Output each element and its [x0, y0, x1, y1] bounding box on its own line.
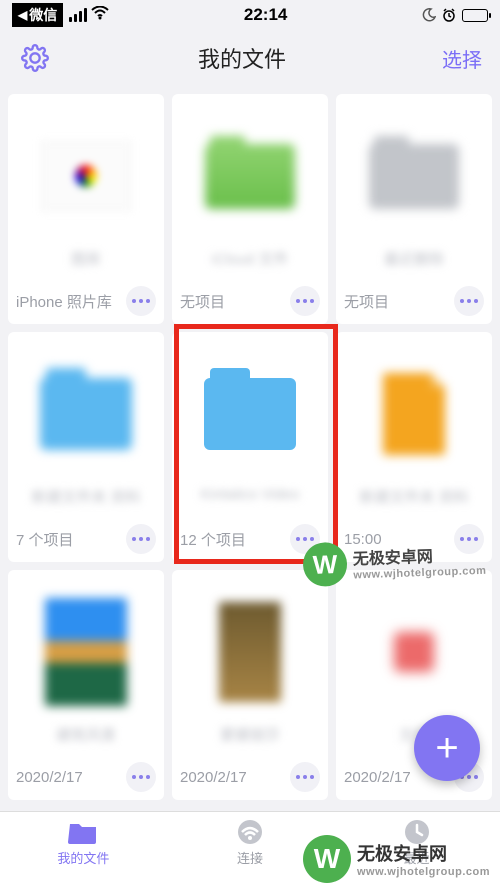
alarm-icon: [442, 8, 456, 22]
tile-thumb: [336, 332, 492, 482]
folder-icon: [66, 818, 100, 846]
tile-thumb: [8, 94, 164, 244]
tile-sub: 12 个项目: [180, 529, 246, 550]
tile-name: 图库: [8, 244, 164, 280]
tile-name: 新建文件夹 资料: [336, 482, 492, 518]
watermark-url: www.wjhotelgroup.com: [357, 866, 490, 878]
tile-thumb: [172, 570, 328, 720]
nav-bar: 我的文件 选择: [0, 30, 500, 86]
file-tile[interactable]: 新建文件夹 资料 15:00: [336, 332, 492, 562]
tile-name: iCloud 文件: [172, 244, 328, 280]
tile-thumb: [172, 94, 328, 244]
wifi-icon: [91, 6, 109, 25]
more-button[interactable]: [126, 524, 156, 554]
status-right: [422, 8, 488, 22]
tile-sub: 2020/2/17: [16, 769, 83, 786]
tile-sub: 无项目: [344, 291, 389, 312]
back-to-app-chip[interactable]: ◀ 微信: [12, 3, 63, 27]
tile-name: 建筑风景: [8, 720, 164, 756]
settings-button[interactable]: [18, 44, 52, 72]
nav-tab-label: 连接: [237, 848, 263, 867]
watermark-logo-icon: W: [303, 835, 351, 883]
tile-thumb: [8, 570, 164, 720]
tile-sub: 7 个项目: [16, 529, 74, 550]
tile-sub: 无项目: [180, 291, 225, 312]
tile-thumb: [8, 332, 164, 482]
tile-name: 最近删除: [336, 244, 492, 280]
page-title: 我的文件: [198, 42, 286, 74]
status-bar: ◀ 微信 22:14: [0, 0, 500, 30]
file-tile[interactable]: 蒙娜丽莎 2020/2/17: [172, 570, 328, 800]
nav-tab-label: 我的文件: [57, 848, 109, 867]
tile-sub: 2020/2/17: [180, 769, 247, 786]
tile-thumb: [336, 570, 492, 720]
tile-sub: iPhone 照片库: [16, 291, 112, 312]
watermark-logo-icon: W: [302, 542, 348, 588]
file-tile[interactable]: iCloud 文件 无项目: [172, 94, 328, 324]
tile-name: Kintatics Video: [172, 482, 328, 518]
more-button[interactable]: [126, 286, 156, 316]
file-tile[interactable]: 建筑风景 2020/2/17: [8, 570, 164, 800]
status-time: 22:14: [244, 5, 287, 25]
file-tile[interactable]: 最近删除 无项目: [336, 94, 492, 324]
watermark: W 无极安卓网 www.wjhotelgroup.com: [302, 537, 486, 587]
status-left: ◀ 微信: [12, 3, 109, 27]
file-tile[interactable]: 图库 iPhone 照片库: [8, 94, 164, 324]
wifi-icon: [233, 818, 267, 846]
tile-name: 蒙娜丽莎: [172, 720, 328, 756]
tile-thumb: [336, 94, 492, 244]
plus-icon: +: [435, 728, 458, 768]
dnd-moon-icon: [422, 8, 436, 22]
watermark-title: 无极安卓网: [357, 840, 490, 866]
more-button[interactable]: [290, 762, 320, 792]
select-button[interactable]: 选择: [432, 44, 482, 73]
battery-icon: [462, 9, 488, 22]
back-app-label: 微信: [29, 5, 57, 25]
tile-sub: 2020/2/17: [344, 769, 411, 786]
chevron-left-icon: ◀: [18, 8, 27, 22]
file-tile[interactable]: Kintatics Video 12 个项目: [172, 332, 328, 562]
tile-name: 新建文件夹 资料: [8, 482, 164, 518]
more-button[interactable]: [454, 286, 484, 316]
add-fab-button[interactable]: +: [414, 715, 480, 781]
more-button[interactable]: [290, 286, 320, 316]
file-grid: 图库 iPhone 照片库 iCloud 文件 无项目 最近删除 无项目 新建文…: [0, 86, 500, 808]
watermark: W 无极安卓网 www.wjhotelgroup.com: [303, 835, 490, 883]
file-tile[interactable]: 新建文件夹 资料 7 个项目: [8, 332, 164, 562]
nav-tab-files[interactable]: 我的文件: [0, 818, 167, 867]
tile-thumb: [172, 332, 328, 482]
signal-icon: [69, 8, 87, 22]
more-button[interactable]: [126, 762, 156, 792]
